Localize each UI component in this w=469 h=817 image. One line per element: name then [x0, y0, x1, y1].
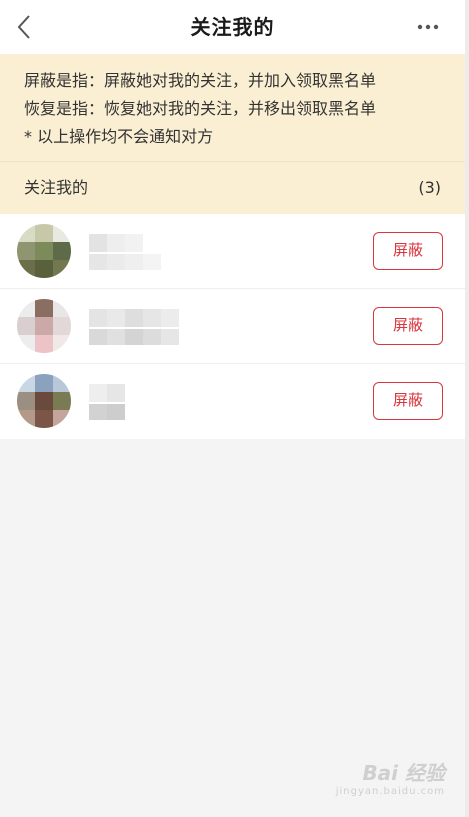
follower-row: 屏蔽	[0, 364, 465, 439]
blurred-detail	[89, 329, 179, 345]
follower-row: 屏蔽	[0, 289, 465, 364]
notice-restore-explanation: 恢复是指：恢复她对我的关注，并移出领取黑名单	[24, 99, 377, 118]
notice-block-explanation: 屏蔽是指：屏蔽她对我的关注，并加入领取黑名单	[24, 71, 377, 90]
follower-count-header: 关注我的 (3)	[0, 161, 465, 214]
blurred-username	[89, 234, 179, 252]
follower-list: 屏蔽 屏蔽 屏蔽	[0, 214, 465, 439]
follower-row: 屏蔽	[0, 214, 465, 289]
blurred-detail	[89, 404, 125, 420]
follower-section-label: 关注我的	[24, 178, 89, 197]
notice-panel: 屏蔽是指：屏蔽她对我的关注，并加入领取黑名单 恢复是指：恢复她对我的关注，并移出…	[0, 54, 465, 161]
notice-footnote: * 以上操作均不会通知对方	[24, 127, 214, 146]
block-button[interactable]: 屏蔽	[373, 307, 443, 345]
blurred-detail	[89, 254, 161, 270]
block-button[interactable]: 屏蔽	[373, 232, 443, 270]
block-button[interactable]: 屏蔽	[373, 382, 443, 420]
follower-count: (3)	[418, 178, 441, 197]
app-screen: 关注我的 屏蔽是指：屏蔽她对我的关注，并加入领取黑名单 恢复是指：恢复她对我的关…	[0, 0, 469, 817]
more-button[interactable]	[413, 12, 443, 42]
blurred-username	[89, 309, 179, 327]
watermark-url: jingyan.baidu.com	[335, 786, 445, 797]
scroll-edge	[465, 0, 469, 817]
watermark-text: Bai 经验	[362, 761, 445, 785]
nav-bar: 关注我的	[0, 0, 465, 54]
page-title: 关注我的	[190, 15, 275, 39]
avatar[interactable]	[17, 299, 71, 353]
more-icon	[417, 24, 439, 30]
avatar[interactable]	[17, 374, 71, 428]
watermark-logo: Bai 经验 jingyan.baidu.com	[336, 757, 445, 797]
blurred-username	[89, 384, 179, 402]
avatar[interactable]	[17, 224, 71, 278]
